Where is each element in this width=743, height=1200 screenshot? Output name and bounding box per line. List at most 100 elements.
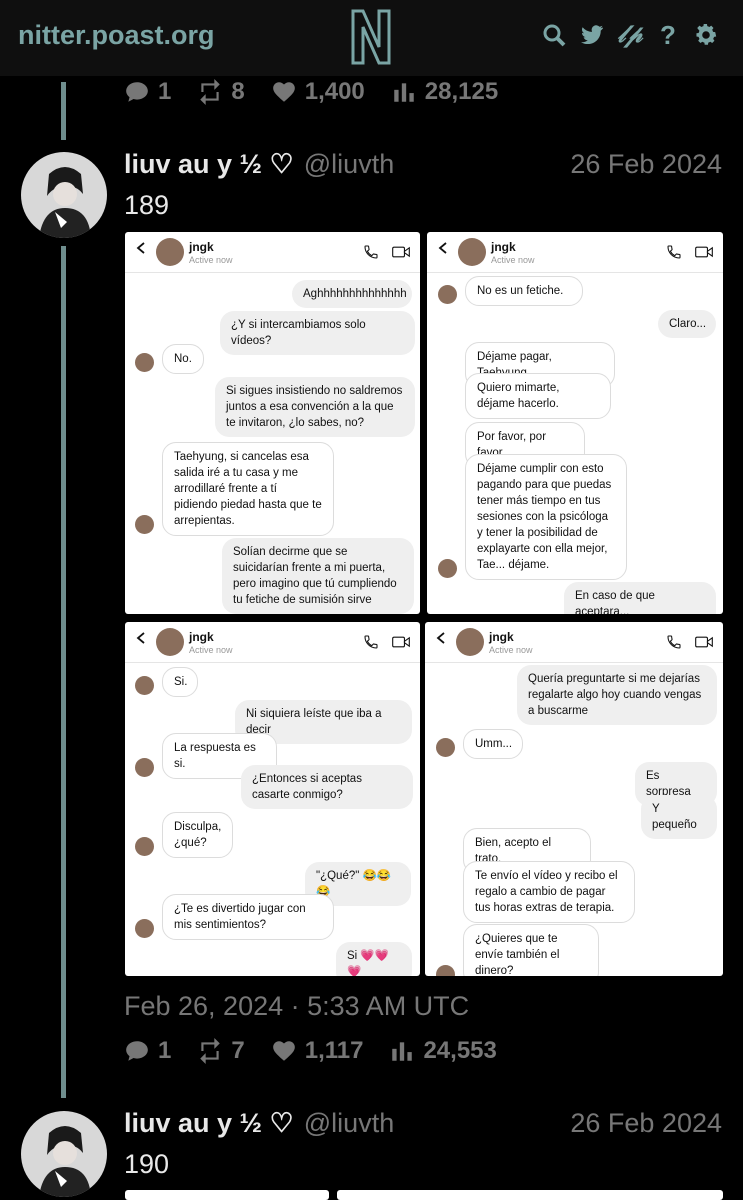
tweet-stats: 1 8 1,400 28,125 [124, 78, 498, 106]
chat-message: No. [162, 344, 204, 374]
chat-message: Aghhhhhhhhhhhhhh [292, 280, 412, 308]
attached-image-3[interactable]: jngk Active now Si. Ni siquiera leíste que … [125, 622, 420, 976]
chat-message: Solían decirme que se suicidarían frente… [222, 538, 414, 614]
chat-status: Active now [189, 645, 233, 655]
phone-icon[interactable] [362, 634, 380, 650]
views-stat: 28,125 [391, 78, 498, 106]
attached-image-2[interactable]: jngk Active now No es un fetiche. Claro... D… [427, 232, 723, 614]
message-avatar [436, 738, 455, 757]
chat-message: ¿Quieres que te envíe también el dinero? [463, 924, 599, 976]
chat-contact-name[interactable]: jngk [189, 630, 214, 644]
chat-contact-name[interactable]: jngk [489, 630, 514, 644]
chat-message: Taehyung, si cancelas esa salida iré a t… [162, 442, 334, 536]
back-arrow-icon[interactable] [135, 242, 147, 254]
tweet-text: 190 [124, 1149, 170, 1179]
chat-message: Si 💗💗💗 [336, 942, 412, 976]
chat-message: No es un fetiche. [465, 276, 583, 306]
chat-header: jngk Active now [427, 232, 723, 273]
chat-message: Quiero mimarte, déjame hacerlo. [465, 373, 611, 419]
like-button[interactable]: 1,117 [271, 1037, 363, 1065]
chat-message: Te envío el vídeo y recibo el regalo a c… [463, 861, 635, 923]
tweet-header: liuv au y ½ ♡ @liuvth 26 Feb 2024 [124, 149, 722, 180]
attached-image-6[interactable] [337, 1190, 723, 1200]
back-arrow-icon[interactable] [135, 632, 147, 644]
message-avatar [436, 965, 455, 976]
back-arrow-icon[interactable] [437, 242, 449, 254]
chat-status: Active now [189, 255, 233, 265]
message-avatar [135, 515, 154, 534]
chat-status: Active now [491, 255, 535, 265]
chat-message: ¿Te es divertido jugar con mis sentimien… [162, 894, 334, 940]
views-stat: 24,553 [389, 1037, 497, 1065]
like-button[interactable]: 1,400 [271, 78, 365, 106]
retweet-icon [200, 79, 221, 105]
top-bar: nitter.poast.org 𝓁𝓅 ? [0, 0, 743, 76]
chat-header: jngk Active now [425, 622, 723, 663]
tweet-date[interactable]: 26 Feb 2024 [570, 1108, 722, 1139]
nitter-logo[interactable] [345, 7, 397, 67]
message-avatar [438, 559, 457, 578]
bar-chart-icon [394, 83, 414, 102]
chat-avatar[interactable] [156, 628, 184, 656]
rss-icon[interactable]: 𝓁𝓅 [617, 22, 643, 48]
heart-icon [272, 82, 295, 102]
chat-message: Umm... [463, 729, 523, 759]
chat-contact-name[interactable]: jngk [491, 240, 516, 254]
message-avatar [135, 758, 154, 777]
tweet-stats: 1 7 1,117 24,553 [124, 1037, 497, 1065]
retweet-icon [200, 1038, 221, 1064]
chat-avatar[interactable] [156, 238, 184, 266]
chat-avatar[interactable] [458, 238, 486, 266]
bar-chart-icon [392, 1042, 413, 1061]
twitter-bird-icon[interactable] [579, 22, 605, 48]
chat-contact-name[interactable]: jngk [189, 240, 214, 254]
retweet-button[interactable]: 7 [197, 1037, 245, 1065]
display-name[interactable]: liuv au y ½ ♡ [124, 1108, 294, 1139]
chat-message: En caso de que aceptara... [564, 582, 716, 614]
display-name[interactable]: liuv au y ½ ♡ [124, 149, 294, 180]
avatar[interactable] [21, 1111, 107, 1197]
retweet-button[interactable]: 8 [197, 78, 245, 106]
heart-icon [272, 1041, 295, 1061]
search-icon[interactable] [541, 22, 567, 48]
tweet-timestamp[interactable]: Feb 26, 2024 · 5:33 AM UTC [124, 991, 469, 1022]
user-handle[interactable]: @liuvth [304, 149, 394, 180]
avatar[interactable] [21, 152, 107, 238]
chat-message: Déjame cumplir con esto pagando para que… [465, 454, 627, 580]
comment-icon [126, 1041, 148, 1061]
chat-message: ¿Entonces si aceptas casarte conmigo? [241, 765, 413, 809]
tweet-date[interactable]: 26 Feb 2024 [570, 149, 722, 180]
gear-icon[interactable] [693, 22, 719, 48]
video-call-icon[interactable] [392, 634, 410, 650]
phone-icon[interactable] [665, 634, 683, 650]
chat-message: Quería preguntarte si me dejarías regala… [517, 665, 717, 725]
chat-avatar[interactable] [456, 628, 484, 656]
reply-button[interactable]: 1 [124, 78, 171, 106]
chat-message: Claro... [658, 310, 716, 338]
chat-message: Si. [162, 667, 198, 697]
chat-header: jngk Active now [125, 622, 420, 663]
video-call-icon[interactable] [695, 634, 713, 650]
message-avatar [135, 919, 154, 938]
message-avatar [135, 837, 154, 856]
message-avatar [438, 285, 457, 304]
video-call-icon[interactable] [392, 244, 410, 260]
chat-message: Disculpa, ¿qué? [162, 812, 233, 858]
reply-button[interactable]: 1 [124, 1037, 171, 1065]
attached-image-5[interactable] [125, 1190, 329, 1200]
chat-header: jngk Active now [125, 232, 420, 273]
thread-line [61, 82, 66, 140]
phone-icon[interactable] [665, 244, 683, 260]
video-call-icon[interactable] [695, 244, 713, 260]
message-avatar [135, 353, 154, 372]
back-arrow-icon[interactable] [435, 632, 447, 644]
user-handle[interactable]: @liuvth [304, 1108, 394, 1139]
site-name-link[interactable]: nitter.poast.org [18, 20, 215, 51]
attached-image-4[interactable]: jngk Active now Quería preguntarte si me d… [425, 622, 723, 976]
tweet-text: 189 [124, 190, 170, 220]
phone-icon[interactable] [362, 244, 380, 260]
chat-message: ¿Y si intercambiamos solo vídeos? [220, 311, 415, 355]
help-icon[interactable]: ? [655, 22, 681, 48]
chat-message: Si sigues insistiendo no saldremos junto… [215, 377, 415, 437]
attached-image-1[interactable]: jngk Active now Aghhhhhhhhhhhhhh ¿Y si inte… [125, 232, 420, 614]
